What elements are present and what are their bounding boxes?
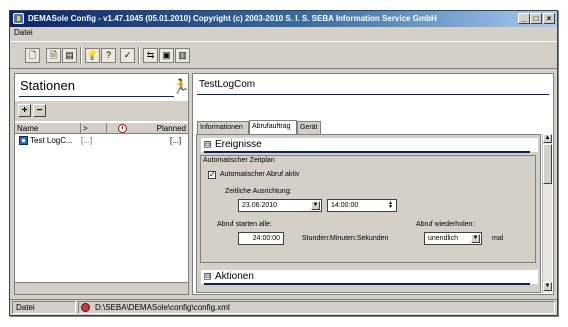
help-icon[interactable]: ? (101, 48, 116, 63)
heading-underline (197, 94, 549, 95)
check-icon[interactable]: ✓ (120, 48, 135, 63)
vertical-scrollbar[interactable]: ▲ ▼ (542, 134, 552, 293)
stations-title: Stationen (20, 78, 75, 93)
add-station-button[interactable]: + (18, 104, 31, 117)
new-document-icon[interactable]: 🗋 (25, 48, 40, 63)
abruf-wiederholen-label: Abruf wiederholen: (416, 221, 475, 228)
clock-icon (118, 124, 127, 133)
tab-abrufauftrag[interactable]: Abrufauftrag (249, 120, 297, 134)
main-window: DEMASole Config - v1.47.1045 (05.01.2010… (9, 10, 558, 316)
lightbulb-icon[interactable]: 💡 (85, 48, 100, 63)
auto-abruf-checkbox[interactable]: ✓ (208, 171, 216, 179)
scroll-down-icon[interactable]: ▼ (543, 282, 552, 291)
toolbar-separator (80, 47, 82, 64)
abruf-starten-label: Abruf starten alle: (217, 221, 272, 228)
remove-station-button[interactable]: − (33, 104, 46, 117)
menu-bar: Datei (10, 27, 557, 39)
print-icon[interactable]: ▤ (62, 48, 77, 63)
stations-pane: Stationen 🏃 + − Name > Planned Test LogC… (14, 73, 189, 295)
automatischer-zeitplan-group: Automatischer Zeitplan ✓ Automatischer A… (200, 155, 536, 263)
time-spinner[interactable]: 14:00:00 ▴ ▾ (327, 199, 397, 212)
status-config-path: D:\SEBA\DEMASole\config\config.xml (78, 301, 555, 314)
section-aktionen-title: Aktionen (215, 271, 254, 282)
title-bar: DEMASole Config - v1.47.1045 (05.01.2010… (10, 11, 557, 27)
station-name-heading: TestLogCom (199, 79, 256, 90)
zeitliche-ausrichtung-label: Zeitliche Ausrichtung: (225, 188, 292, 195)
column-header-planned[interactable]: Planned (133, 123, 188, 134)
date-value: 23.06.2010 (242, 202, 278, 209)
title-underline (19, 96, 174, 97)
repeat-unit-label: mal (492, 235, 504, 242)
details-pane: TestLogCom Informationen Abrufauftrag Ge… (192, 73, 554, 295)
collapse-icon[interactable]: ⊟ (204, 273, 211, 280)
repeat-value: unendlich (428, 235, 458, 242)
section-ereignisse-title: Ereignisse (215, 139, 262, 150)
stations-toolbar: + − (15, 101, 188, 121)
auto-abruf-label: Automatischer Abruf aktiv (220, 171, 300, 178)
monitor-icon[interactable]: ▣ (159, 48, 174, 63)
column-header-name[interactable]: Name (15, 123, 81, 134)
interval-unit-label: Stunden:Minuten:Sekunden (302, 235, 389, 242)
date-picker[interactable]: 23.06.2010 ▼ (238, 199, 322, 212)
group-title: Automatischer Zeitplan (203, 157, 275, 164)
section-underline (204, 283, 530, 285)
stations-scrollbar[interactable] (15, 282, 188, 294)
menu-datei[interactable]: Datei (14, 28, 33, 37)
tab-informationen[interactable]: Informationen (197, 121, 249, 134)
runner-icon[interactable]: 🏃 (172, 78, 189, 94)
interval-input[interactable]: 24:00:00 (238, 232, 284, 245)
toolbar: 🗋 🗎 ▤ 💡 ? ✓ ⇆ ▣ ▥ (10, 41, 557, 69)
chart-icon[interactable]: ▥ (175, 48, 190, 63)
section-aktionen[interactable]: ⊟ Aktionen (201, 270, 538, 285)
repeat-dropdown[interactable]: unendlich ▼ (424, 232, 482, 245)
tab-geraet[interactable]: Gerät (297, 121, 321, 134)
minimize-button[interactable]: _ (518, 13, 530, 24)
spinner-arrows-icon[interactable]: ▴ ▾ (386, 200, 395, 210)
stations-list-header: Name > Planned (15, 122, 188, 134)
station-row[interactable]: Test LogC... [...] [...] (15, 135, 188, 146)
chevron-down-icon[interactable]: ▼ (471, 234, 480, 243)
station-icon (19, 136, 28, 145)
section-ereignisse[interactable]: ⊟ Ereignisse (201, 138, 538, 153)
app-icon (13, 13, 24, 24)
toolbar-separator (138, 47, 140, 64)
column-header-arrow[interactable]: > (81, 123, 107, 134)
station-row-name: Test LogC... (30, 136, 73, 145)
maximize-button[interactable]: □ (530, 13, 542, 24)
status-bar: Datei D:\SEBA\DEMASole\config\config.xml (10, 299, 557, 315)
scroll-up-icon[interactable]: ▲ (543, 134, 552, 143)
connect-icon[interactable]: ⇆ (143, 48, 158, 63)
collapse-icon[interactable]: ⊟ (204, 141, 211, 148)
station-row-col2: [...] (81, 136, 93, 145)
time-value: 14:00:00 (331, 202, 359, 209)
status-left: Datei (12, 301, 76, 314)
scroll-thumb[interactable] (543, 144, 552, 184)
chevron-down-icon[interactable]: ▼ (311, 201, 320, 210)
open-document-icon[interactable]: 🗎 (46, 48, 61, 63)
section-underline (204, 151, 530, 153)
abrufauftrag-panel: ⊟ Ereignisse Automatischer Zeitplan ✓ Au… (196, 134, 541, 293)
close-button[interactable]: × (543, 13, 555, 24)
window-title: DEMASole Config - v1.47.1045 (05.01.2010… (28, 14, 437, 23)
station-row-planned: [...] (170, 136, 182, 145)
